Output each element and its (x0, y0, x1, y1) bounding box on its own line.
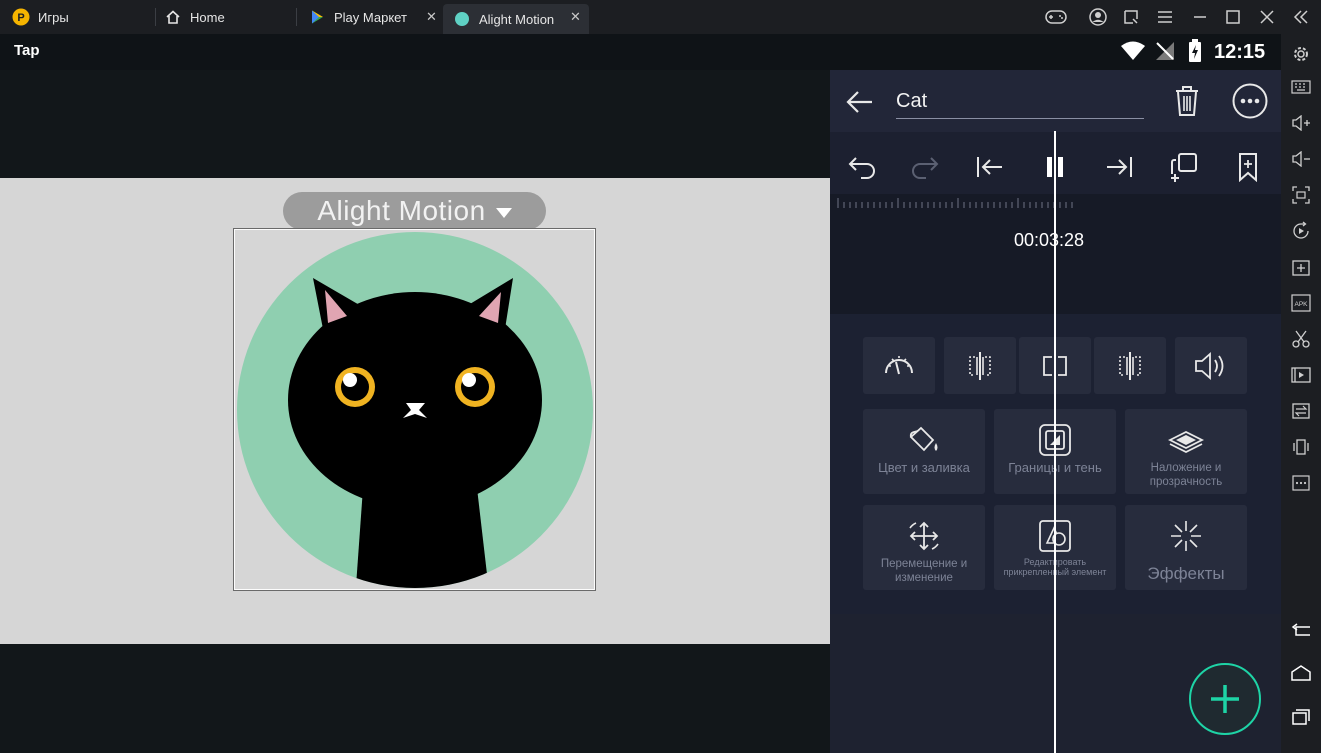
add-bookmark-icon[interactable] (1232, 151, 1264, 183)
collapse-sidebar-icon[interactable] (1290, 6, 1312, 28)
tab-divider (155, 8, 156, 26)
sync-icon[interactable] (1290, 400, 1312, 422)
more-options-icon[interactable] (1290, 472, 1312, 494)
close-tab-icon[interactable]: ✕ (570, 9, 581, 25)
tab-home[interactable]: Home (164, 4, 225, 30)
audio-button[interactable] (1175, 337, 1247, 394)
paint-bucket-icon (906, 423, 942, 457)
tab-home-label: Home (190, 9, 225, 25)
layers-blend-icon (1168, 423, 1204, 457)
maximize-icon[interactable] (1222, 6, 1244, 28)
tab-play-store[interactable]: Play Маркет (308, 4, 407, 30)
layer-name-dropdown[interactable]: Alight Motion (283, 192, 546, 230)
cat-illustration (237, 232, 593, 588)
color-fill-label: Цвет и заливка (878, 460, 970, 475)
shake-icon[interactable] (1290, 436, 1312, 458)
add-layer-button[interactable] (1189, 663, 1261, 735)
apk-icon[interactable]: APK (1290, 292, 1312, 314)
redo-icon[interactable] (910, 151, 942, 183)
expand-icon[interactable] (1120, 6, 1142, 28)
fullscreen-icon[interactable] (1290, 184, 1312, 206)
gamepad-icon[interactable] (1045, 6, 1067, 28)
clock: 12:15 (1214, 41, 1266, 63)
project-name-field[interactable]: Cat (896, 87, 1144, 119)
svg-text:APK: APK (1294, 301, 1308, 308)
minimize-icon[interactable] (1189, 6, 1211, 28)
settings-icon[interactable] (1290, 43, 1312, 65)
no-signal-icon (1155, 41, 1175, 66)
volume-icon (1192, 349, 1230, 383)
layer-name-label: Alight Motion (317, 195, 486, 226)
android-back-icon[interactable] (1290, 619, 1312, 641)
time-readout: 00:03:28 (1014, 230, 1085, 250)
rotate-icon[interactable] (1290, 220, 1312, 242)
android-recents-icon[interactable] (1290, 706, 1312, 728)
effects-label: Эффекты (1147, 564, 1225, 583)
android-home-icon[interactable] (1290, 662, 1312, 684)
dropdown-caret-icon (495, 208, 512, 218)
jump-to-start-icon[interactable] (974, 151, 1006, 183)
install-apk-icon[interactable] (1290, 256, 1312, 278)
effects-button[interactable]: Эффекты (1125, 505, 1247, 590)
trash-icon[interactable] (1173, 85, 1201, 117)
tab-games-label: Игры (38, 9, 69, 25)
sparkle-effects-icon (1169, 519, 1203, 553)
tab-play-store-label: Play Маркет (334, 9, 407, 25)
close-tab-icon[interactable]: ✕ (426, 9, 437, 25)
close-icon[interactable] (1256, 6, 1278, 28)
color-fill-button[interactable]: Цвет и заливка (863, 409, 985, 494)
move-transform-button[interactable]: Перемещение и изменение (863, 505, 985, 590)
tab-alight-motion[interactable]: Alight Motion ✕ (443, 4, 589, 34)
video-record-icon[interactable] (1290, 364, 1312, 386)
move-transform-icon (905, 519, 943, 553)
trim-right-icon (1112, 349, 1148, 383)
back-arrow-icon[interactable] (844, 86, 876, 118)
home-icon (164, 8, 182, 26)
menu-icon[interactable] (1154, 6, 1176, 28)
tab-divider (296, 8, 297, 26)
svg-text:P: P (17, 12, 24, 24)
blending-label: Наложение и прозрачность (1149, 462, 1223, 488)
jump-to-end-icon[interactable] (1103, 151, 1135, 183)
split-left-button[interactable] (944, 337, 1016, 394)
play-store-icon (308, 8, 326, 26)
battery-charging-icon (1188, 39, 1202, 68)
volume-down-icon[interactable] (1290, 148, 1312, 170)
plus-icon (1211, 685, 1239, 713)
speed-button[interactable] (863, 337, 935, 394)
move-transform-label: Перемещение и изменение (880, 558, 968, 584)
android-status-bar: Tap 12:15 (0, 34, 1281, 70)
emulator-sidebar: APK (1281, 34, 1321, 753)
tab-alight-motion-label: Alight Motion (479, 11, 555, 27)
game-center-icon: P (12, 8, 30, 26)
tap-label: Tap (14, 42, 40, 59)
account-icon[interactable] (1087, 6, 1109, 28)
tab-games[interactable]: P Игры (12, 4, 69, 30)
keyboard-icon[interactable] (1290, 76, 1312, 98)
speedometer-icon (882, 349, 916, 383)
playhead[interactable] (1054, 131, 1056, 753)
window-titlebar: P Игры Home Play Маркет ✕ Alight Motion … (0, 0, 1321, 34)
duplicate-layer-icon[interactable] (1168, 151, 1200, 183)
project-header: Cat (830, 70, 1281, 132)
more-options-button[interactable] (1232, 83, 1268, 119)
selected-layer-cat-image[interactable] (233, 228, 596, 591)
blending-button[interactable]: Наложение и прозрачность (1125, 409, 1247, 494)
scissors-icon[interactable] (1290, 328, 1312, 350)
trim-left-icon (962, 349, 998, 383)
volume-up-icon[interactable] (1290, 112, 1312, 134)
alight-motion-icon (453, 10, 471, 28)
wifi-icon (1120, 41, 1146, 66)
split-right-button[interactable] (1094, 337, 1166, 394)
undo-icon[interactable] (845, 151, 877, 183)
